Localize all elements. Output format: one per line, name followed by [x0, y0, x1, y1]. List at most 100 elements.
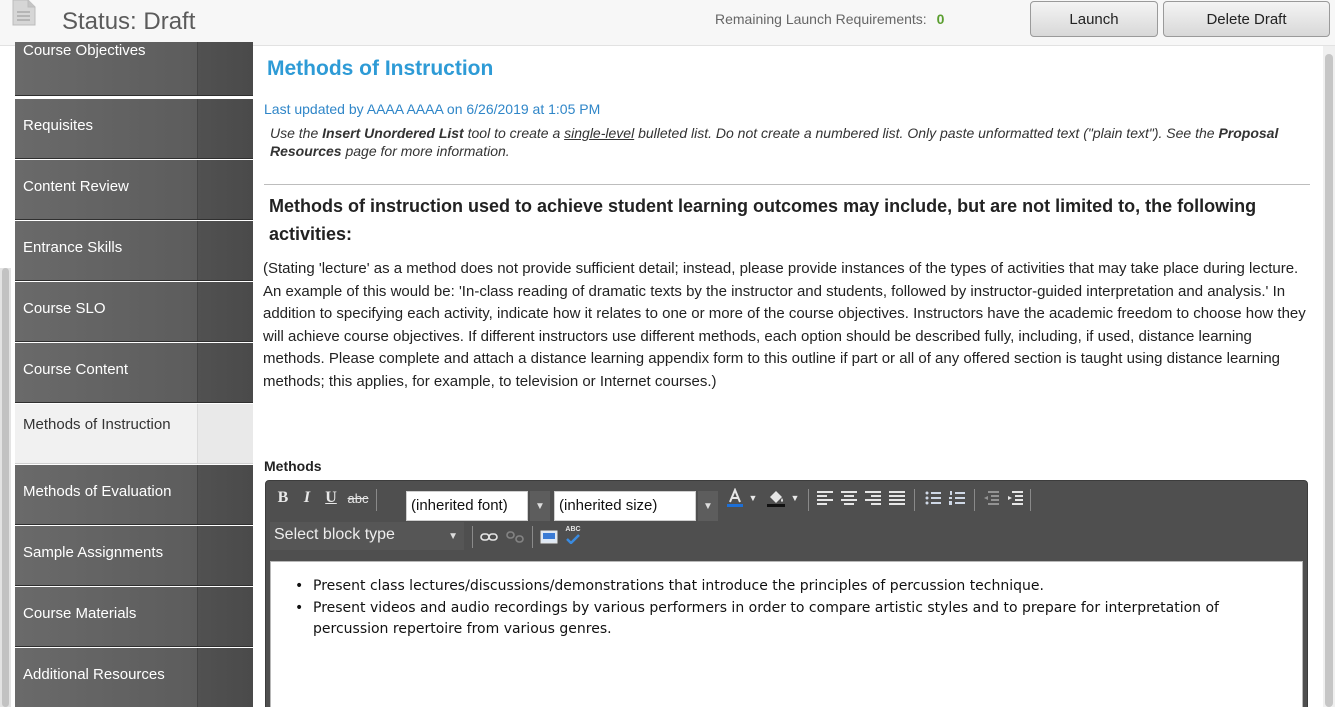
sidebar: Course Objectives Requisites Content Rev…: [15, 42, 253, 707]
link-glyph: [480, 533, 498, 541]
sidebar-item-course-content[interactable]: Course Content: [15, 343, 253, 403]
spellcheck-icon[interactable]: ABC: [562, 522, 584, 548]
insert-image-icon[interactable]: [538, 524, 560, 550]
instructions-part: Use the: [270, 125, 323, 141]
bold-button[interactable]: B: [272, 485, 294, 511]
font-color-dropdown-icon[interactable]: ▼: [746, 485, 760, 511]
italic-button[interactable]: I: [296, 485, 318, 511]
align-center-icon[interactable]: [838, 485, 860, 511]
toolbar-separator: [472, 526, 473, 548]
toolbar-separator: [1030, 489, 1031, 511]
sidebar-item-content-review[interactable]: Content Review: [15, 160, 253, 220]
sidebar-item-entrance-skills[interactable]: Entrance Skills: [15, 221, 253, 281]
sidebar-item-label: Methods of Evaluation: [23, 483, 172, 500]
sidebar-item-methods-of-evaluation[interactable]: Methods of Evaluation: [15, 465, 253, 525]
sidebar-item-additional-resources[interactable]: Additional Resources: [15, 648, 253, 707]
font-color-icon[interactable]: [724, 485, 746, 511]
instructions-part: bulleted list. Do not create a numbered …: [634, 125, 1219, 141]
font-size-dropdown-arrow[interactable]: ▼: [698, 491, 718, 521]
toolbar-separator: [808, 489, 809, 511]
outdent-glyph: [984, 491, 999, 505]
sidebar-item-label: Course Content: [23, 361, 129, 378]
unlink-icon[interactable]: [504, 524, 526, 550]
align-justify-icon[interactable]: [886, 485, 908, 511]
editor-toolbar-row-1: B I U abc (inherited font) ▼ (inherited …: [266, 485, 1306, 521]
page-scrollbar[interactable]: [0, 268, 11, 707]
launch-button[interactable]: Launch: [1030, 1, 1158, 37]
indent-glyph: [1008, 491, 1023, 505]
sidebar-item-label: Methods of Instruction: [23, 416, 171, 433]
block-type-select[interactable]: Select block type ▼: [270, 522, 464, 550]
instructions-part: page for more information.: [341, 143, 510, 159]
status-title: Status: Draft: [62, 8, 196, 35]
sidebar-item-label: Requisites: [23, 117, 94, 134]
bullet-list-glyph: [925, 491, 941, 505]
image-glyph: [540, 530, 558, 544]
outdent-icon[interactable]: [980, 485, 1002, 511]
instructions-underline: single-level: [564, 125, 635, 141]
font-size-select[interactable]: (inherited size): [554, 491, 696, 521]
last-updated-text: Last updated by AAAA AAAA on 6/26/2019 a…: [264, 101, 601, 117]
sidebar-item-label: Content Review: [23, 178, 129, 195]
underline-button[interactable]: U: [320, 485, 342, 511]
question-heading: Methods of instruction used to achieve s…: [269, 196, 1257, 244]
sidebar-item-label: Course SLO: [23, 300, 106, 317]
insert-link-icon[interactable]: [478, 524, 500, 550]
unlink-glyph: [506, 531, 524, 543]
spellcheck-label: ABC: [565, 526, 581, 533]
sidebar-item-requisites[interactable]: Requisites: [15, 99, 253, 159]
font-family-select[interactable]: (inherited font): [406, 491, 528, 521]
sidebar-item-label: Additional Resources: [23, 666, 165, 683]
strikethrough-button[interactable]: abc: [344, 485, 372, 511]
sidebar-item-course-objectives[interactable]: Course Objectives: [15, 42, 253, 96]
numbered-list-glyph: [949, 491, 965, 505]
bullet-list: Present class lectures/discussions/demon…: [287, 576, 1288, 640]
methods-field-label: Methods: [264, 458, 322, 474]
sidebar-item-course-materials[interactable]: Course Materials: [15, 587, 253, 647]
launch-requirements: Remaining Launch Requirements: 0: [715, 11, 944, 27]
content-scrollbar[interactable]: [1323, 46, 1335, 707]
instructions-part: tool to create a: [463, 125, 565, 141]
toolbar-separator: [532, 526, 533, 548]
block-type-label: Select block type: [274, 526, 395, 543]
sidebar-item-sample-assignments[interactable]: Sample Assignments: [15, 526, 253, 586]
launch-requirements-count: 0: [936, 11, 945, 27]
sidebar-item-label: Entrance Skills: [23, 239, 123, 256]
rich-text-editor: B I U abc (inherited font) ▼ (inherited …: [265, 480, 1308, 707]
indent-icon[interactable]: [1004, 485, 1026, 511]
align-right-glyph: [865, 491, 881, 505]
align-right-icon[interactable]: [862, 485, 884, 511]
instructions-bold: Insert Unordered List: [322, 125, 464, 141]
ordered-list-icon[interactable]: [946, 485, 968, 511]
align-left-glyph: [817, 491, 833, 505]
methods-editor-area[interactable]: Present class lectures/discussions/demon…: [270, 561, 1303, 707]
align-left-icon[interactable]: [814, 485, 836, 511]
align-center-glyph: [841, 491, 857, 505]
highlight-color-dropdown-icon[interactable]: ▼: [788, 485, 802, 511]
unordered-list-icon[interactable]: [922, 485, 944, 511]
font-color-glyph: [727, 488, 743, 507]
toolbar-separator: [974, 489, 975, 511]
chevron-down-icon: ▼: [448, 531, 458, 542]
top-bar: Status: Draft Remaining Launch Requireme…: [0, 0, 1335, 46]
launch-requirements-label: Remaining Launch Requirements:: [715, 11, 927, 27]
checkmark-glyph: [566, 534, 580, 544]
toolbar-separator: [914, 489, 915, 511]
page-scrollbar-thumb[interactable]: [2, 268, 9, 707]
instructions-text: Use the Insert Unordered List tool to cr…: [270, 124, 1310, 160]
align-justify-glyph: [889, 491, 905, 505]
sidebar-item-label: Sample Assignments: [23, 544, 164, 561]
document-icon: [12, 0, 36, 26]
sidebar-item-label: Course Materials: [23, 605, 137, 622]
content-scrollbar-thumb[interactable]: [1325, 54, 1333, 707]
sidebar-item-course-slo[interactable]: Course SLO: [15, 282, 253, 342]
toolbar-separator: [376, 489, 377, 511]
font-family-dropdown-arrow[interactable]: ▼: [530, 491, 550, 521]
list-item: Present videos and audio recordings by v…: [287, 598, 1288, 640]
section-divider: [264, 184, 1310, 185]
highlight-color-icon[interactable]: [764, 485, 788, 511]
list-item: Present class lectures/discussions/demon…: [287, 576, 1288, 597]
sidebar-item-methods-of-instruction[interactable]: Methods of Instruction: [15, 404, 253, 464]
delete-draft-button[interactable]: Delete Draft: [1163, 1, 1330, 37]
paint-bucket-glyph: [767, 491, 785, 507]
